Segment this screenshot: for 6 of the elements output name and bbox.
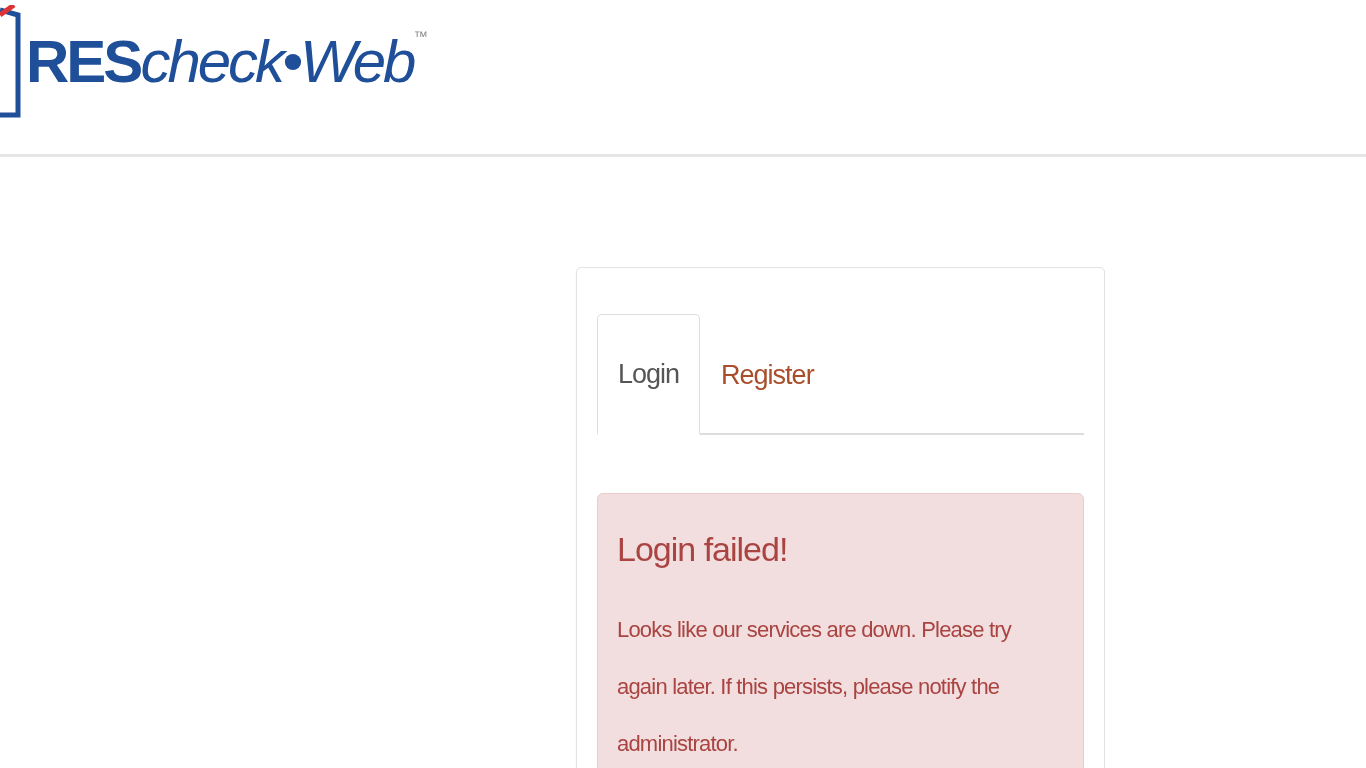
tab[interactable]: Login	[597, 314, 701, 435]
house-icon	[0, 4, 22, 120]
alert-title: Login failed!	[617, 529, 789, 570]
logo-text: REScheck•Web$^{™}$	[26, 32, 428, 92]
tab[interactable]: Register	[700, 314, 835, 435]
alert-message: Looks like our services are down. Please try again later. If this persists, please notify the administrator.	[617, 616, 1013, 759]
